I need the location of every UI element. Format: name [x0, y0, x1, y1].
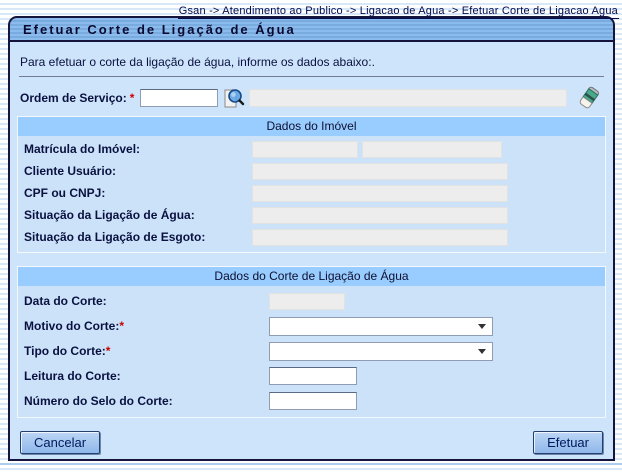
motivo-corte-row: Motivo do Corte:*: [18, 316, 605, 336]
situacao-agua-row: Situação da Ligação de Água:: [18, 206, 605, 224]
page-title: Efetuar Corte de Ligação de Água: [23, 22, 296, 37]
cpf-cnpj-value: [252, 185, 508, 202]
ordem-servico-label: Ordem de Serviço:*: [20, 91, 134, 105]
tipo-corte-label: Tipo do Corte:*: [24, 344, 269, 358]
leitura-corte-label: Leitura do Corte:: [24, 369, 269, 383]
matricula-value-2: [362, 141, 502, 158]
selo-corte-input[interactable]: [269, 392, 357, 410]
section-dados-corte-header: Dados do Corte de Ligação de Água: [18, 267, 605, 286]
submit-button[interactable]: Efetuar: [533, 431, 603, 454]
chevron-down-icon: [478, 349, 486, 354]
tipo-corte-row: Tipo do Corte:*: [18, 341, 605, 361]
matricula-value-1: [252, 141, 358, 158]
tipo-corte-select[interactable]: [269, 342, 493, 361]
leitura-corte-row: Leitura do Corte:: [18, 366, 605, 386]
situacao-esgoto-value: [252, 229, 508, 246]
section-dados-corte: Dados do Corte de Ligação de Água Data d…: [17, 266, 606, 418]
situacao-esgoto-label: Situação da Ligação de Esgoto:: [24, 230, 252, 244]
motivo-corte-label-text: Motivo do Corte:: [24, 319, 119, 333]
page-title-tab: Efetuar Corte de Ligação de Água: [8, 16, 615, 42]
cpf-cnpj-label: CPF ou CNPJ:: [24, 186, 252, 200]
motivo-corte-label: Motivo do Corte:*: [24, 319, 269, 333]
ordem-servico-label-text: Ordem de Serviço:: [20, 91, 127, 105]
ordem-servico-row: Ordem de Serviço:*: [20, 86, 603, 110]
data-corte-value: [269, 293, 345, 310]
situacao-esgoto-row: Situação da Ligação de Esgoto:: [18, 228, 605, 246]
cliente-usuario-value: [252, 163, 508, 180]
ordem-servico-input[interactable]: [140, 89, 218, 107]
eraser-icon[interactable]: [577, 85, 601, 111]
form-body: Para efetuar o corte da ligação de água,…: [8, 42, 615, 461]
divider: [19, 76, 604, 77]
selo-corte-label: Número do Selo do Corte:: [24, 394, 269, 408]
required-marker: *: [119, 319, 124, 333]
selo-corte-row: Número do Selo do Corte:: [18, 391, 605, 411]
cancel-button[interactable]: Cancelar: [20, 431, 100, 454]
matricula-label: Matrícula do Imóvel:: [24, 142, 252, 156]
data-corte-label: Data do Corte:: [24, 294, 269, 308]
breadcrumb[interactable]: Gsan -> Atendimento ao Publico -> Ligaca…: [178, 5, 619, 19]
required-marker: *: [106, 344, 111, 358]
cliente-usuario-label: Cliente Usuário:: [24, 164, 252, 178]
situacao-agua-label: Situação da Ligação de Água:: [24, 208, 252, 222]
document-search-icon[interactable]: [222, 87, 245, 110]
tipo-corte-label-text: Tipo do Corte:: [24, 344, 106, 358]
cpf-cnpj-row: CPF ou CNPJ:: [18, 184, 605, 202]
data-corte-row: Data do Corte:: [18, 291, 605, 311]
bottom-divider: [0, 463, 622, 465]
leitura-corte-input[interactable]: [269, 367, 357, 385]
ordem-servico-display: [249, 89, 567, 107]
section-dados-imovel: Dados do Imóvel Matrícula do Imóvel: Cli…: [17, 116, 606, 253]
buttons-row: Cancelar Efetuar: [20, 431, 603, 454]
main-frame: Efetuar Corte de Ligação de Água Para ef…: [8, 16, 615, 461]
situacao-agua-value: [252, 207, 508, 224]
required-marker: *: [130, 91, 135, 105]
chevron-down-icon: [478, 324, 486, 329]
motivo-corte-select[interactable]: [269, 317, 493, 336]
breadcrumb-bar: Gsan -> Atendimento ao Publico -> Ligaca…: [0, 0, 622, 15]
cliente-usuario-row: Cliente Usuário:: [18, 162, 605, 180]
matricula-row: Matrícula do Imóvel:: [18, 140, 605, 158]
intro-text: Para efetuar o corte da ligação de água,…: [10, 42, 613, 76]
section-dados-imovel-header: Dados do Imóvel: [18, 117, 605, 136]
